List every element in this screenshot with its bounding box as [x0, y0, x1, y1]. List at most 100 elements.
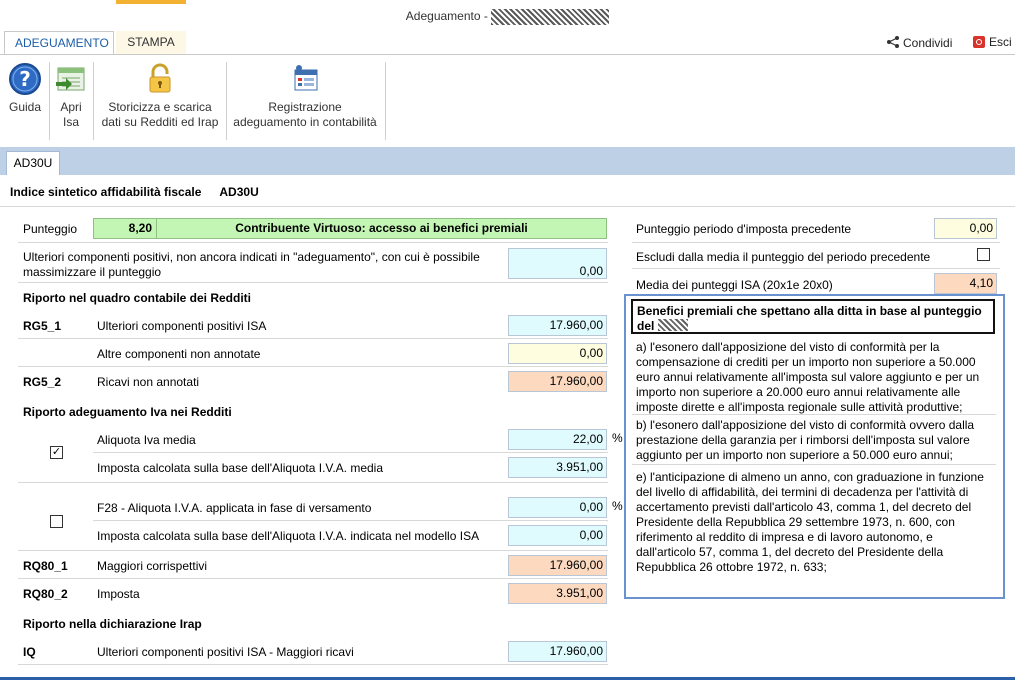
padlock-icon — [149, 63, 171, 93]
storicizza-label-1: Storicizza e scarica — [108, 100, 212, 114]
aliquota-media-checkbox[interactable]: ✓ — [50, 446, 63, 459]
escludi-checkbox[interactable] — [977, 248, 990, 261]
label-precedente: Punteggio periodo d'imposta precedente — [636, 222, 852, 236]
svg-text:?: ? — [19, 67, 31, 91]
punteggio-status: Contribuente Virtuoso: accesso ai benefi… — [156, 218, 607, 239]
row-divider — [632, 242, 1000, 243]
apri-isa-label-1: Apri — [60, 100, 82, 114]
stampa-accent-bar — [116, 0, 186, 4]
value-rq80-2: 3.951,00 — [508, 583, 607, 604]
value-media: 4,10 — [934, 273, 997, 294]
apri-isa-button[interactable]: Apri Isa — [52, 62, 90, 130]
row-divider — [18, 366, 608, 367]
section-iva: Riporto adeguamento Iva nei Redditi — [23, 405, 232, 419]
ribbon-separator — [385, 62, 386, 140]
ulteriori-label: Ulteriori componenti positivi, non ancor… — [23, 250, 503, 280]
input-altre[interactable]: 0,00 — [508, 343, 607, 364]
label-imposta-media: Imposta calcolata sulla base dell'Aliquo… — [97, 461, 384, 475]
row-divider — [18, 664, 608, 665]
section-redditi: Riporto nel quadro contabile dei Redditi — [23, 291, 252, 305]
redacted-year — [657, 319, 688, 331]
label-media: Media dei punteggi ISA (20x1e 20x0) — [636, 278, 833, 292]
page-title-code: AD30U — [219, 185, 259, 199]
label-aliquota: Aliquota Iva media — [97, 433, 196, 447]
exit-button[interactable]: Esci — [973, 35, 1012, 49]
row-divider — [632, 268, 1000, 269]
input-rg5-1[interactable]: 17.960,00 — [508, 315, 607, 336]
window-title-text: Adeguamento - — [405, 9, 488, 24]
ulteriori-label-line-2: massimizzare il punteggio — [23, 265, 162, 279]
row-divider — [93, 520, 608, 521]
punteggio-value: 8,20 — [93, 218, 157, 239]
label-altre: Altre componenti non annotate — [97, 347, 261, 361]
form-tab-ad30u[interactable]: AD30U — [6, 151, 60, 175]
input-imposta-media[interactable]: 3.951,00 — [508, 457, 607, 478]
benefits-title: Benefici premiali che spettano alla ditt… — [631, 299, 995, 334]
ribbon-separator — [49, 62, 50, 140]
row-divider — [18, 242, 608, 243]
row-divider — [18, 338, 608, 339]
ribbon-separator — [93, 62, 94, 140]
label-rq80-2: Imposta — [97, 587, 140, 601]
tab-adeguamento[interactable]: ADEGUAMENTO — [4, 31, 114, 54]
aliquota-unit: % — [612, 431, 623, 445]
apri-isa-label-2: Isa — [62, 115, 79, 129]
label-escludi: Escludi dalla media il punteggio del per… — [636, 250, 931, 264]
registrazione-label-2: adeguamento in contabilità — [233, 115, 377, 129]
share-label: Condividi — [903, 36, 953, 50]
window-title: Adeguamento - — [0, 9, 1015, 25]
storicizza-button[interactable]: Storicizza e scarica dati su Redditi ed … — [96, 62, 224, 130]
input-imposta-isa[interactable]: 0,00 — [508, 525, 607, 546]
ulteriori-input[interactable]: 0,00 — [508, 248, 607, 279]
guida-label: Guida — [8, 100, 42, 114]
f28-checkbox[interactable] — [50, 515, 63, 528]
ledger-icon — [294, 65, 318, 91]
benefits-title-text: Benefici premiali che spettano alla ditt… — [637, 304, 982, 333]
row-divider — [18, 578, 608, 579]
value-rq80-1: 17.960,00 — [508, 555, 607, 576]
ribbon-separator — [226, 62, 227, 140]
benefit-b: b) l'esonero dall'apposizione del visto … — [636, 418, 975, 462]
punteggio-label: Punteggio — [23, 222, 78, 236]
ulteriori-label-line-1: Ulteriori componenti positivi, non ancor… — [23, 250, 480, 264]
input-iq[interactable]: 17.960,00 — [508, 641, 607, 662]
f28-unit: % — [612, 499, 623, 513]
input-f28[interactable]: 0,00 — [508, 497, 607, 518]
open-isa-icon — [56, 67, 85, 91]
section-irap: Riporto nella dichiarazione Irap — [23, 617, 202, 631]
benefit-a: a) l'esonero dall'apposizione del visto … — [636, 340, 980, 414]
storicizza-label-2: dati su Redditi ed Irap — [101, 115, 219, 129]
redacted-company-name — [491, 9, 610, 25]
label-iq: Ulteriori componenti positivi ISA - Magg… — [97, 645, 354, 659]
share-button[interactable]: Condividi — [886, 35, 952, 50]
value-rg5-2: 17.960,00 — [508, 371, 607, 392]
page-title-text: Indice sintetico affidabilità fiscale — [10, 185, 202, 199]
guida-button[interactable]: ? Guida — [4, 62, 46, 115]
label-f28: F28 - Aliquota I.V.A. applicata in fase … — [97, 501, 372, 515]
tab-stampa[interactable]: STAMPA — [116, 31, 186, 54]
code-rg5-2: RG5_2 — [23, 375, 62, 389]
row-divider — [18, 282, 608, 283]
label-rg5-2: Ricavi non annotati — [97, 375, 200, 389]
input-aliquota[interactable]: 22,00 — [508, 429, 607, 450]
benefit-e: e) l'anticipazione di almeno un anno, co… — [636, 470, 984, 574]
share-icon — [887, 36, 899, 48]
label-rg5-1: Ulteriori componenti positivi ISA — [97, 319, 267, 333]
heading-divider — [0, 206, 1015, 207]
registrazione-button[interactable]: Registrazione adeguamento in contabilità — [228, 62, 382, 130]
registrazione-label-1: Registrazione — [268, 100, 342, 114]
row-divider — [18, 550, 608, 551]
exit-label: Esci — [989, 35, 1012, 49]
code-rq80-1: RQ80_1 — [23, 559, 68, 573]
label-rq80-1: Maggiori corrispettivi — [97, 559, 208, 573]
row-divider — [93, 452, 608, 453]
input-precedente[interactable]: 0,00 — [934, 218, 997, 239]
code-rg5-1: RG5_1 — [23, 319, 62, 333]
code-rq80-2: RQ80_2 — [23, 587, 68, 601]
form-tab-strip — [0, 147, 1015, 175]
exit-icon — [973, 36, 985, 48]
benefits-divider — [632, 414, 996, 415]
row-divider — [18, 482, 608, 483]
page-title: Indice sintetico affidabilità fiscale AD3… — [10, 185, 259, 199]
code-iq: IQ — [23, 645, 36, 659]
